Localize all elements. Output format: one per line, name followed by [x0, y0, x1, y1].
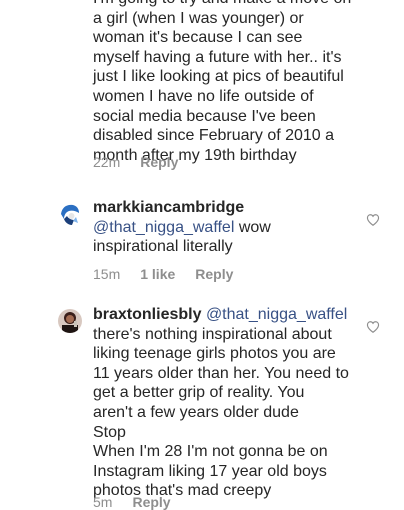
comment-username[interactable]: braxtonliesbly — [93, 306, 201, 323]
comment-line: markkiancambridge — [93, 198, 355, 218]
comment-line: social media because I've been — [93, 107, 316, 125]
heart-icon[interactable] — [366, 320, 380, 334]
avatar[interactable] — [58, 309, 82, 333]
comment-line: liking teenage girls photos you are — [93, 345, 336, 363]
reply-button[interactable]: Reply — [195, 266, 233, 282]
comment-timestamp: 5m — [93, 494, 113, 510]
comment-line: Instagram liking 17 year old boys — [93, 462, 327, 480]
comment-line: @that_nigga_waffel wow — [93, 218, 355, 238]
comment-line: a girl (when I was younger) or — [93, 9, 304, 27]
like-count[interactable]: 1 like — [140, 266, 175, 282]
comment-username[interactable]: markkiancambridge — [93, 199, 244, 216]
comment-timestamp: 22m — [93, 154, 121, 170]
reply-button[interactable]: Reply — [132, 494, 170, 510]
comment-thread: I'm going to try and make a move on a gi… — [0, 0, 404, 510]
comment-line: inspirational literally — [93, 238, 233, 256]
comment-meta: 15m 1 like Reply — [93, 266, 233, 282]
avatar[interactable] — [58, 202, 82, 226]
comment-line: women I have no life outside of — [93, 87, 314, 105]
comment-line: get a better grip of reality. You — [93, 384, 305, 402]
comment-text: markkiancambridge @that_nigga_waffel wow… — [93, 198, 355, 257]
reply-button[interactable]: Reply — [140, 154, 178, 170]
comment-line: When I'm 28 I'm not gonna be on — [93, 443, 328, 461]
comment-meta: 22m Reply — [93, 154, 178, 170]
comment-line: Stop — [93, 423, 126, 441]
mention-link[interactable]: @that_nigga_waffel — [93, 219, 234, 236]
comment-line: just I like looking at pics of beautiful — [93, 68, 344, 86]
comment-text: braxtonliesbly @that_nigga_waffel there'… — [93, 305, 355, 501]
comment-line: I'm going to try and make a move on — [93, 0, 355, 9]
comment-line: aren't a few years older dude — [93, 403, 299, 421]
comment-text: I'm going to try and make a move on a gi… — [93, 0, 355, 165]
comment-text-fragment: wow — [234, 218, 271, 236]
comment-line: 11 years older than her. You need to — [93, 364, 349, 382]
comment-timestamp: 15m — [93, 266, 121, 282]
comment-line: disabled since February of 2010 a — [93, 127, 335, 145]
mention-link[interactable]: @that_nigga_waffel — [206, 306, 347, 323]
comment-line: there's nothing inspirational about — [93, 325, 332, 343]
comment-line: woman it's because I can see — [93, 29, 303, 47]
heart-icon[interactable] — [366, 213, 380, 227]
comment-meta: 5m Reply — [93, 494, 171, 510]
comment-line: braxtonliesbly @that_nigga_waffel — [93, 305, 355, 325]
comment-line: myself having a future with her.. it's — [93, 48, 342, 66]
